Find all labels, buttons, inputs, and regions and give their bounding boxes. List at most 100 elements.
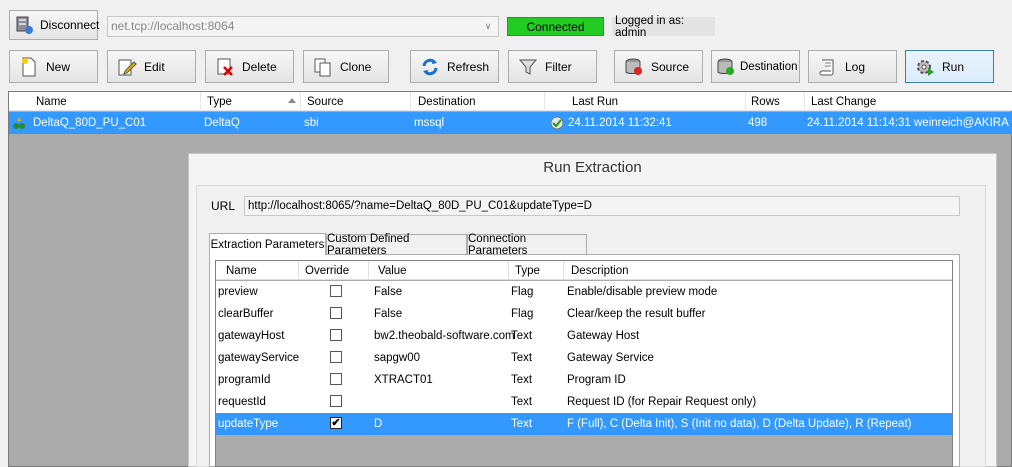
grid-column-divider (563, 261, 564, 280)
column-header-last-change[interactable]: Last Change (811, 92, 876, 111)
url-label: URL (211, 199, 236, 213)
param-type: Text (511, 330, 533, 342)
column-divider (804, 92, 805, 111)
param-type: Flag (511, 308, 534, 320)
server-url-value: net.tcp://localhost:8064 (111, 19, 235, 33)
refresh-button[interactable]: Refresh (410, 50, 499, 83)
param-value: False (374, 308, 403, 320)
column-divider (300, 92, 301, 111)
param-type: Text (511, 396, 533, 408)
source-label: Source (651, 59, 690, 74)
filter-button[interactable]: Filter (508, 50, 597, 83)
connection-status-badge: Connected (507, 17, 604, 36)
param-name: requestId (218, 396, 266, 408)
filter-funnel-icon (517, 56, 539, 78)
table-row[interactable]: DeltaQ_80D_PU_C01 DeltaQ sbi mssql 24.11… (9, 112, 1012, 134)
override-checkbox[interactable] (330, 307, 342, 319)
run-button[interactable]: Run (905, 50, 994, 83)
row-last-change: 24.11.2014 11:14:31 weinreich@AKIRA (807, 117, 1009, 129)
param-name: gatewayService (218, 352, 300, 364)
param-name: gatewayHost (218, 330, 285, 342)
param-value: sapgw00 (374, 352, 421, 364)
column-header-rows[interactable]: Rows (751, 92, 780, 111)
url-field-value: http://localhost:8065/?name=DeltaQ_80D_P… (248, 200, 592, 212)
grid-header-value[interactable]: Value (378, 262, 407, 280)
new-label: New (46, 59, 71, 74)
parameter-row[interactable]: programId XTRACT01 Text Program ID (216, 369, 952, 391)
column-header-last-run[interactable]: Last Run (572, 92, 618, 111)
parameter-row[interactable]: gatewayHost bw2.theobald-software.com Te… (216, 325, 952, 347)
grid-header-name[interactable]: Name (226, 262, 257, 280)
param-name: updateType (218, 418, 279, 430)
param-description: Program ID (567, 374, 626, 386)
tab-extraction-parameters[interactable]: Extraction Parameters (209, 233, 326, 255)
new-button[interactable]: New (9, 50, 98, 83)
column-header-source[interactable]: Source (307, 92, 343, 111)
delete-icon (214, 56, 236, 78)
grid-column-divider (508, 261, 509, 280)
grid-header-description[interactable]: Description (571, 262, 629, 280)
grid-column-divider (298, 261, 299, 280)
parameter-row-selected[interactable]: updateType ✔ D Text F (Full), C (Delta I… (216, 413, 952, 435)
tab-custom-defined-parameters[interactable]: Custom Defined Parameters (326, 233, 467, 257)
row-destination: mssql (414, 117, 445, 129)
delete-label: Delete (242, 59, 277, 74)
last-run-success-icon (550, 116, 564, 130)
source-database-icon (623, 56, 645, 78)
logged-in-text: Logged in as: admin (615, 14, 685, 39)
delete-button[interactable]: Delete (205, 50, 294, 83)
param-value: D (374, 418, 383, 430)
edit-button[interactable]: Edit (107, 50, 196, 83)
column-header-name[interactable]: Name (36, 92, 67, 111)
source-button[interactable]: Source (614, 50, 703, 83)
param-description: F (Full), C (Delta Init), S (Init no dat… (567, 418, 912, 430)
server-url-combobox[interactable]: net.tcp://localhost:8064 ∨ (107, 16, 499, 37)
edit-pencil-icon (116, 56, 138, 78)
destination-database-icon (715, 56, 737, 78)
grid-header-override[interactable]: Override (305, 262, 349, 280)
disconnect-button[interactable]: Disconnect (9, 10, 99, 40)
parameter-row[interactable]: preview False Flag Enable/disable previe… (216, 281, 952, 303)
destination-label: Destination (740, 60, 798, 73)
grid-header-type[interactable]: Type (515, 262, 540, 280)
extraction-type-icon (12, 116, 26, 130)
clone-button[interactable]: Clone (303, 50, 389, 83)
dialog-title: Run Extraction (543, 159, 642, 176)
override-checkbox[interactable] (330, 373, 342, 385)
override-checkbox[interactable] (330, 285, 342, 297)
parameter-row[interactable]: clearBuffer False Flag Clear/keep the re… (216, 303, 952, 325)
column-header-type[interactable]: Type (207, 92, 232, 111)
override-checkbox[interactable] (330, 329, 342, 341)
sort-ascending-icon (288, 98, 296, 103)
param-name: preview (218, 286, 258, 298)
column-divider (200, 92, 201, 111)
refresh-label: Refresh (447, 59, 490, 74)
override-checkbox-checked[interactable]: ✔ (330, 417, 342, 429)
logged-in-label: Logged in as: admin (612, 14, 715, 39)
run-label: Run (942, 59, 965, 74)
edit-label: Edit (144, 59, 165, 74)
new-document-icon (18, 56, 40, 78)
log-label: Log (845, 59, 866, 74)
parameter-row[interactable]: requestId Text Request ID (for Repair Re… (216, 391, 952, 413)
param-name: programId (218, 374, 271, 386)
param-value: XTRACT01 (374, 374, 433, 386)
row-type: DeltaQ (204, 117, 240, 129)
destination-button[interactable]: Destination (711, 50, 800, 83)
param-name: clearBuffer (218, 308, 274, 320)
row-name: DeltaQ_80D_PU_C01 (33, 117, 147, 129)
log-button[interactable]: Log (808, 50, 897, 83)
column-divider (544, 92, 545, 111)
clone-icon (312, 56, 334, 78)
parameter-row[interactable]: gatewayService sapgw00 Text Gateway Serv… (216, 347, 952, 369)
run-gear-icon (914, 56, 936, 78)
override-checkbox[interactable] (330, 395, 342, 407)
override-checkbox[interactable] (330, 351, 342, 363)
connection-status-label: Connected (526, 19, 585, 34)
url-field[interactable]: http://localhost:8065/?name=DeltaQ_80D_P… (244, 196, 960, 216)
chevron-down-icon[interactable]: ∨ (481, 18, 495, 35)
column-header-destination[interactable]: Destination (418, 92, 476, 111)
grid-column-divider (368, 261, 369, 280)
tab-connection-parameters[interactable]: Connection Parameters (467, 233, 587, 257)
filter-label: Filter (545, 59, 572, 74)
